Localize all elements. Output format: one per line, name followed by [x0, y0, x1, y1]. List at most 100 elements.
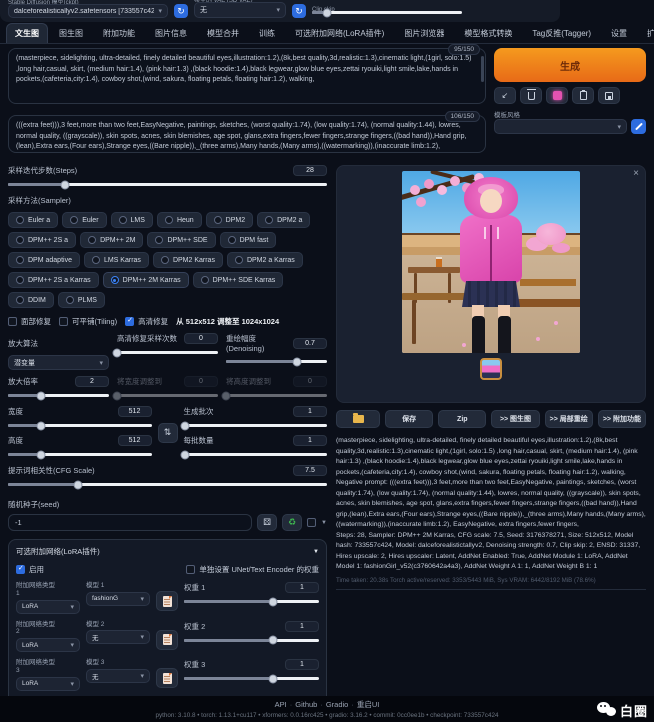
sampler-plms[interactable]: PLMS — [58, 292, 105, 308]
sampler-ddim[interactable]: DDIM — [8, 292, 54, 308]
lora-type-select-2[interactable]: LoRA▾ — [16, 638, 80, 652]
sampler-heun[interactable]: Heun — [157, 212, 202, 228]
footer-link-api[interactable]: API — [275, 700, 287, 709]
styles-select[interactable]: ▾ — [494, 119, 627, 134]
edit-styles-button[interactable] — [631, 119, 646, 134]
height-value[interactable]: 512 — [118, 435, 152, 446]
tab-png-info[interactable]: 图片信息 — [146, 23, 196, 43]
extra-networks-button[interactable] — [546, 87, 568, 104]
tab-txt2img[interactable]: 文生图 — [6, 23, 48, 43]
tab-additional-networks[interactable]: 可选附加网络(LoRA插件) — [286, 23, 393, 43]
denoising-value[interactable]: 0.7 — [293, 338, 327, 349]
send-to-inpaint-button[interactable]: >> 局部重绘 — [545, 410, 593, 428]
zip-button[interactable]: Zip — [438, 410, 486, 428]
open-folder-button[interactable] — [336, 410, 380, 428]
lora-weight-slider-1[interactable] — [184, 600, 319, 603]
reuse-seed-button[interactable]: ♻ — [282, 514, 302, 531]
lora-separate-weights-checkbox[interactable]: 单独设置 UNet/Text Encoder 的权重 — [186, 564, 319, 575]
sampler-dpmpp-2s-a[interactable]: DPM++ 2S a — [8, 232, 76, 248]
height-slider[interactable] — [8, 453, 152, 456]
upscaler-select[interactable]: 潜变量▾ — [8, 355, 109, 370]
random-seed-button[interactable]: ⚄ — [257, 514, 277, 531]
tab-extras[interactable]: 附加功能 — [94, 23, 144, 43]
denoising-slider[interactable] — [226, 360, 327, 363]
negative-prompt-input[interactable]: (((extra feet))),3 feet,more than two fe… — [8, 115, 486, 153]
footer-link-github[interactable]: Github — [295, 700, 317, 709]
paste-prompt-button[interactable]: ↙ — [494, 87, 516, 104]
lora-model-info-button-3[interactable] — [156, 668, 178, 688]
save-style-button[interactable] — [598, 87, 620, 104]
steps-value[interactable]: 28 — [293, 165, 327, 176]
gallery-thumbnail[interactable] — [480, 358, 502, 380]
width-slider[interactable] — [8, 424, 152, 427]
sampler-dpm2[interactable]: DPM2 — [206, 212, 253, 228]
swap-dimensions-button[interactable]: ⇅ — [158, 423, 178, 443]
extra-seed-checkbox[interactable] — [307, 518, 316, 527]
footer-link-gradio[interactable]: Gradio — [326, 700, 349, 709]
lora-model-select-2[interactable]: 无▾ — [86, 630, 150, 644]
sampler-euler[interactable]: Euler — [62, 212, 106, 228]
cfg-scale-value[interactable]: 7.5 — [293, 465, 327, 476]
steps-slider[interactable] — [8, 183, 327, 186]
tab-settings[interactable]: 设置 — [602, 23, 636, 43]
upscale-by-value[interactable]: 2 — [75, 376, 109, 387]
tab-checkpoint-merger[interactable]: 模型合并 — [198, 23, 248, 43]
sampler-lms-karras[interactable]: LMS Karras — [84, 252, 149, 268]
tab-image-browser[interactable]: 图片浏览器 — [395, 23, 453, 43]
tab-img2img[interactable]: 图生图 — [50, 23, 92, 43]
sampler-dpmpp-2m-karras[interactable]: DPM++ 2M Karras — [103, 272, 189, 288]
sampler-euler-a[interactable]: Euler a — [8, 212, 58, 228]
batch-size-value[interactable]: 1 — [293, 435, 327, 446]
send-to-img2img-button[interactable]: >> 图生图 — [491, 410, 539, 428]
sampler-dpmpp-sde[interactable]: DPM++ SDE — [147, 232, 215, 248]
sampler-lms[interactable]: LMS — [111, 212, 153, 228]
apply-style-button[interactable] — [572, 87, 594, 104]
clip-skip-slider[interactable] — [312, 11, 462, 14]
lora-model-select-1[interactable]: fashionG▾ — [86, 592, 150, 606]
tab-tagger[interactable]: Tag反推(Tagger) — [523, 23, 600, 43]
sampler-dpmpp-sde-karras[interactable]: DPM++ SDE Karras — [193, 272, 284, 288]
lora-model-info-button-2[interactable] — [156, 630, 178, 650]
tab-model-converter[interactable]: 模型格式转换 — [455, 23, 521, 43]
tiling-checkbox[interactable]: 可平铺(Tiling) — [59, 316, 117, 327]
hires-steps-value[interactable]: 0 — [184, 333, 218, 344]
batch-count-slider[interactable] — [184, 424, 328, 427]
footer-link-restart-ui[interactable]: 重启UI — [357, 700, 380, 709]
sampler-dpm2-a-karras[interactable]: DPM2 a Karras — [227, 252, 303, 268]
width-value[interactable]: 512 — [118, 406, 152, 417]
lora-model-info-button-1[interactable] — [156, 591, 178, 611]
vae-select[interactable]: 无 ▾ — [194, 2, 286, 18]
batch-size-slider[interactable] — [184, 453, 328, 456]
tab-train[interactable]: 训练 — [250, 23, 284, 43]
sampler-dpmpp-2m[interactable]: DPM++ 2M — [80, 232, 143, 248]
lora-weight-slider-2[interactable] — [184, 639, 319, 642]
lora-enable-checkbox[interactable]: 启用 — [16, 564, 44, 575]
upscale-by-slider[interactable] — [8, 394, 109, 397]
seed-input[interactable] — [8, 514, 252, 531]
lora-weight-value-1[interactable]: 1 — [285, 582, 319, 593]
lora-type-select-1[interactable]: LoRA▾ — [16, 600, 80, 614]
sampler-dpm2-karras[interactable]: DPM2 Karras — [153, 252, 223, 268]
lora-weight-slider-3[interactable] — [184, 677, 319, 680]
generated-image[interactable] — [402, 171, 580, 353]
generate-button[interactable]: 生成 — [494, 48, 646, 82]
prompt-input[interactable]: (masterpiece, sidelighting, ultra-detail… — [8, 48, 486, 104]
sampler-dpm-fast[interactable]: DPM fast — [220, 232, 277, 248]
hires-steps-slider[interactable] — [117, 351, 218, 354]
clear-prompt-button[interactable] — [520, 87, 542, 104]
hires-fix-checkbox[interactable]: 高清修复 — [125, 316, 168, 327]
lora-type-select-3[interactable]: LoRA▾ — [16, 677, 80, 691]
additional-networks-header[interactable]: 可选附加网络(LoRA插件) ▼ — [16, 546, 319, 557]
batch-count-value[interactable]: 1 — [293, 406, 327, 417]
lora-model-select-3[interactable]: 无▾ — [86, 669, 150, 683]
send-to-extras-button[interactable]: >> 附加功能 — [598, 410, 646, 428]
tab-extensions[interactable]: 扩展 — [638, 23, 654, 43]
model-select[interactable]: dalceforealisticallyv2.safetensors [7335… — [8, 4, 168, 18]
refresh-vae-button[interactable]: ↻ — [292, 4, 306, 18]
sampler-dpm-adaptive[interactable]: DPM adaptive — [8, 252, 80, 268]
lora-weight-value-2[interactable]: 1 — [285, 621, 319, 632]
cfg-scale-slider[interactable] — [8, 483, 327, 486]
refresh-model-button[interactable]: ↻ — [174, 4, 188, 18]
sampler-dpmpp-2s-a-karras[interactable]: DPM++ 2S a Karras — [8, 272, 99, 288]
sampler-dpm2-a[interactable]: DPM2 a — [257, 212, 310, 228]
